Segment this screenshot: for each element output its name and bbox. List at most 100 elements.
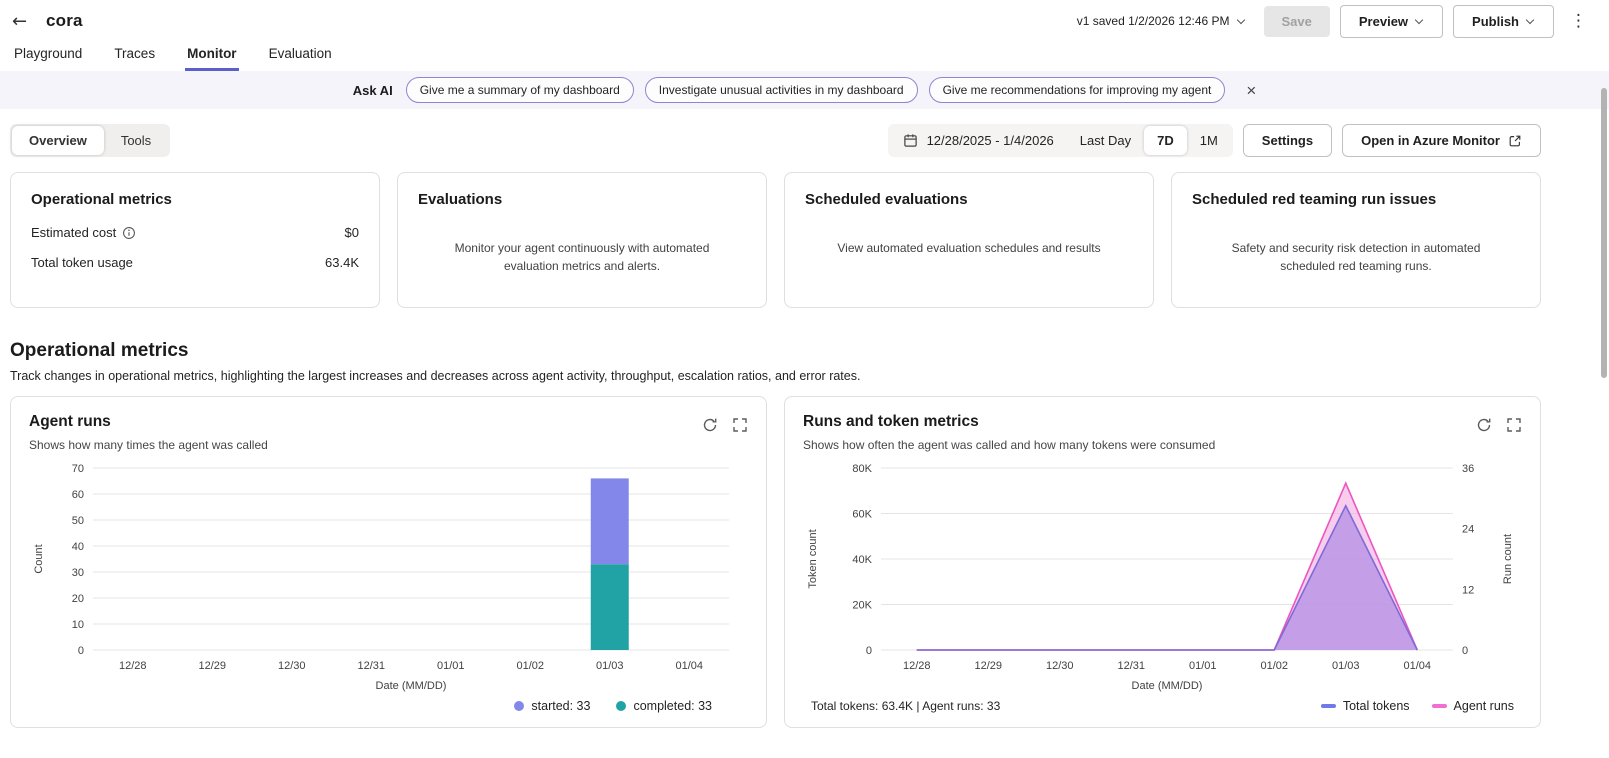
card-description: Monitor your agent continuously with aut… <box>454 241 710 273</box>
tab-evaluation[interactable]: Evaluation <box>267 42 334 68</box>
version-selector[interactable]: v1 saved 1/2/2026 12:46 PM <box>1077 14 1246 28</box>
date-range-picker[interactable]: 12/28/2025 - 1/4/2026 <box>890 126 1067 155</box>
card-scheduled-evaluations: Scheduled evaluations View automated eva… <box>784 172 1154 308</box>
completed-swatch <box>616 701 627 711</box>
completed-legend-label: completed: 33 <box>633 699 712 713</box>
agent-runs-legend: started: 33 completed: 33 <box>29 699 748 713</box>
svg-text:12/28: 12/28 <box>903 660 931 672</box>
svg-text:40: 40 <box>72 541 84 553</box>
svg-text:12/31: 12/31 <box>357 660 385 672</box>
open-azure-monitor-button[interactable]: Open in Azure Monitor <box>1342 124 1541 157</box>
agent-runs-swatch <box>1431 704 1447 708</box>
main-tabs: Playground Traces Monitor Evaluation <box>0 42 1609 71</box>
chart-title: Agent runs <box>29 413 111 430</box>
time-range-group: 12/28/2025 - 1/4/2026 Last Day 7D 1M <box>887 124 1233 157</box>
svg-text:0: 0 <box>866 645 872 657</box>
expand-icon[interactable] <box>1506 417 1522 438</box>
range-1m[interactable]: 1M <box>1187 126 1231 155</box>
section-title: Operational metrics <box>10 340 189 361</box>
svg-text:80K: 80K <box>852 463 872 475</box>
overview-toggle[interactable]: Overview <box>12 126 104 155</box>
publish-button[interactable]: Publish <box>1453 4 1554 38</box>
vertical-scrollbar[interactable] <box>1601 88 1607 378</box>
back-button[interactable]: ← <box>12 11 34 32</box>
estimated-cost-value: $0 <box>344 225 359 240</box>
chevron-down-icon <box>1236 15 1245 24</box>
chart-actions <box>702 413 748 438</box>
tab-monitor[interactable]: Monitor <box>185 42 239 71</box>
svg-text:12/30: 12/30 <box>1046 660 1074 672</box>
total-tokens-swatch <box>1320 704 1336 708</box>
started-legend-label: started: 33 <box>531 699 591 713</box>
svg-text:0: 0 <box>78 645 84 657</box>
agent-title: cora <box>46 11 83 30</box>
svg-text:0: 0 <box>1462 645 1468 657</box>
open-azure-monitor-label: Open in Azure Monitor <box>1361 133 1500 148</box>
external-link-icon <box>1509 135 1521 146</box>
topbar: ← cora v1 saved 1/2/2026 12:46 PM Save P… <box>0 0 1609 42</box>
version-status-label: v1 saved 1/2/2026 12:46 PM <box>1076 14 1230 28</box>
charts-row: Agent runs Shows how many times the agen… <box>10 396 1541 728</box>
card-title: Scheduled evaluations <box>805 191 968 208</box>
svg-text:12: 12 <box>1462 584 1474 596</box>
svg-text:12/31: 12/31 <box>1117 660 1145 672</box>
card-description: Safety and security risk detection in au… <box>1231 241 1481 273</box>
svg-text:01/04: 01/04 <box>1403 660 1431 672</box>
svg-text:70: 70 <box>72 463 84 475</box>
ask-ai-suggestion-summary[interactable]: Give me a summary of my dashboard <box>405 77 634 103</box>
agent-runs-legend-label: Agent runs <box>1453 699 1514 713</box>
legend-item-started: started: 33 <box>514 699 590 713</box>
legend-item-total-tokens: Total tokens <box>1320 699 1410 713</box>
chart-actions <box>1476 413 1522 438</box>
range-last-day[interactable]: Last Day <box>1067 126 1144 155</box>
started-swatch <box>514 701 525 711</box>
publish-label: Publish <box>1472 13 1519 29</box>
chart-header: Agent runs Shows how many times the agen… <box>29 413 748 452</box>
card-operational-metrics: Operational metrics Estimated cost $0 To… <box>10 172 380 308</box>
card-evaluations: Evaluations Monitor your agent continuou… <box>397 172 767 308</box>
agent-runs-chart: 0 10 20 30 40 50 60 70 12/28 12/29 12/30 12/31 01/01… <box>33 463 729 692</box>
svg-text:01/01: 01/01 <box>1189 660 1217 672</box>
svg-text:Token count: Token count <box>807 529 819 588</box>
total-tokens-legend-label: Total tokens <box>1342 699 1410 713</box>
ask-ai-suggestion-investigate[interactable]: Investigate unusual activities in my das… <box>644 77 918 103</box>
ask-ai-suggestion-recommendations[interactable]: Give me recommendations for improving my… <box>928 77 1226 103</box>
info-icon[interactable] <box>122 226 136 240</box>
token-usage-label: Total token usage <box>31 255 133 270</box>
svg-text:01/02: 01/02 <box>516 660 544 672</box>
card-title: Operational metrics <box>31 191 172 208</box>
close-ask-ai-button[interactable]: × <box>1246 82 1256 99</box>
runs-tokens-footer: Total tokens: 63.4K | Agent runs: 33 Tot… <box>803 699 1522 713</box>
agent-runs-card: Agent runs Shows how many times the agen… <box>10 396 767 728</box>
card-red-teaming: Scheduled red teaming run issues Safety … <box>1171 172 1541 308</box>
chevron-down-icon <box>1525 15 1535 24</box>
chart-title: Runs and token metrics <box>803 413 979 430</box>
settings-button[interactable]: Settings <box>1242 124 1333 157</box>
tools-toggle[interactable]: Tools <box>104 126 168 155</box>
chart-subtitle: Shows how many times the agent was calle… <box>29 438 268 452</box>
svg-text:12/29: 12/29 <box>198 660 226 672</box>
section-description: Track changes in operational metrics, hi… <box>10 369 861 383</box>
preview-button[interactable]: Preview <box>1339 4 1444 38</box>
range-7d[interactable]: 7D <box>1144 126 1187 155</box>
more-options-button[interactable]: ⋮ <box>1564 11 1593 31</box>
svg-text:Count: Count <box>33 544 45 573</box>
save-button[interactable]: Save <box>1263 5 1330 37</box>
totals-text: Total tokens: 63.4K | Agent runs: 33 <box>811 699 1001 713</box>
tab-traces[interactable]: Traces <box>112 42 157 68</box>
refresh-icon[interactable] <box>1476 417 1492 438</box>
svg-text:60K: 60K <box>852 509 872 521</box>
date-range-label: 12/28/2025 - 1/4/2026 <box>926 133 1054 148</box>
tab-playground[interactable]: Playground <box>12 42 84 68</box>
token-usage-row: Total token usage 63.4K <box>31 255 359 270</box>
svg-text:60: 60 <box>72 489 84 501</box>
estimated-cost-label: Estimated cost <box>31 225 117 240</box>
refresh-icon[interactable] <box>702 417 718 438</box>
calendar-icon <box>903 134 917 147</box>
svg-text:20K: 20K <box>852 600 872 612</box>
summary-cards: Operational metrics Estimated cost $0 To… <box>10 172 1541 308</box>
operational-metrics-section: Operational metrics Track changes in ope… <box>10 340 1597 383</box>
svg-text:01/03: 01/03 <box>1332 660 1360 672</box>
svg-text:01/03: 01/03 <box>596 660 624 672</box>
expand-icon[interactable] <box>732 417 748 438</box>
